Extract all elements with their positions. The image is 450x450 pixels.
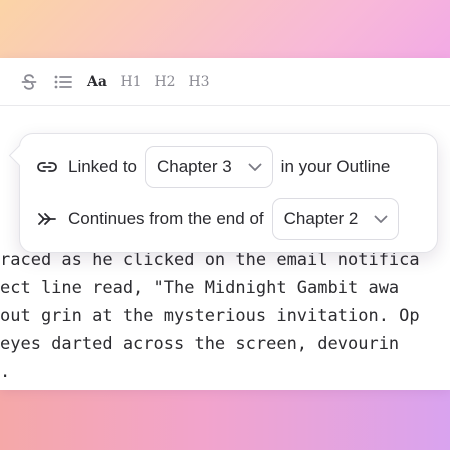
- heading-3-button[interactable]: H3: [188, 68, 210, 96]
- previous-chapter-value: Chapter 2: [283, 209, 359, 228]
- text-style-button[interactable]: Aa: [86, 68, 108, 96]
- previous-chapter-select[interactable]: Chapter 2: [271, 198, 400, 240]
- bullet-list-button[interactable]: [52, 68, 74, 96]
- text-line: ect line read, "The Midnight Gambit awa: [0, 278, 400, 298]
- formatting-toolbar: Aa H1 H2 H3: [0, 58, 450, 106]
- document-text[interactable]: raced as he clicked on the email notific…: [0, 246, 450, 386]
- background-gradient: [0, 380, 450, 450]
- strikethrough-icon: [21, 73, 37, 90]
- linked-chapter-row: Linked to Chapter 3 in your Outline: [36, 146, 390, 188]
- chapter-link-popover: Linked to Chapter 3 in your Outline Cont…: [8, 133, 438, 253]
- double-chevron-arrow-icon: [36, 208, 58, 230]
- text-line: eyes darted across the screen, devourin: [0, 334, 400, 354]
- outline-suffix-label: in your Outline: [280, 157, 391, 176]
- continues-from-row: Continues from the end of Chapter 2: [36, 198, 407, 240]
- heading-1-button[interactable]: H1: [120, 68, 142, 96]
- chevron-down-icon: [248, 163, 262, 172]
- continues-from-label: Continues from the end of: [68, 209, 264, 228]
- linked-chapter-select[interactable]: Chapter 3: [145, 146, 273, 188]
- text-line: .: [0, 362, 11, 382]
- linked-chapter-value: Chapter 3: [157, 157, 232, 176]
- linked-to-label: Linked to: [68, 157, 137, 176]
- strikethrough-button[interactable]: [18, 68, 40, 96]
- chevron-down-icon: [374, 215, 388, 224]
- bullet-list-icon: [54, 75, 72, 88]
- link-icon: [36, 156, 58, 178]
- text-line: out grin at the mysterious invitation. O…: [0, 306, 420, 326]
- heading-2-button[interactable]: H2: [154, 68, 176, 96]
